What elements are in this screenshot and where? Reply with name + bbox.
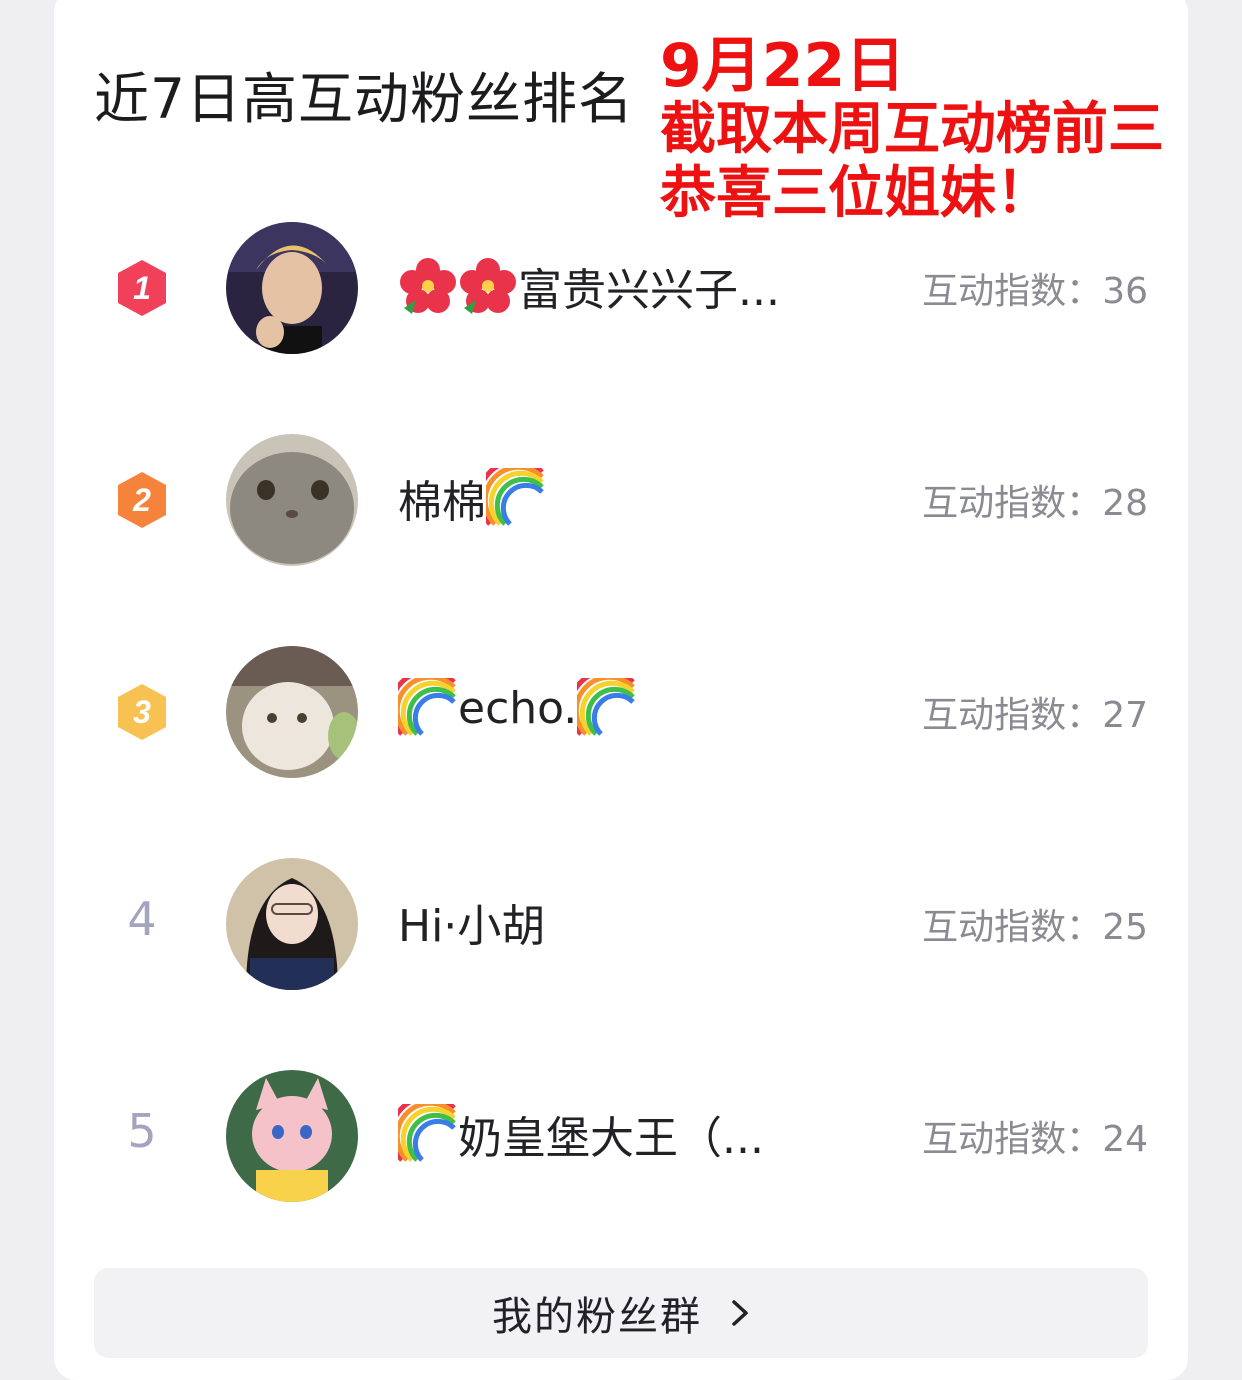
fan-row[interactable]: 4 Hi·小胡 互动指数：25	[54, 854, 1188, 994]
fan-name: 奶皇堡大王（...	[398, 1102, 764, 1166]
avatar[interactable]	[226, 434, 358, 566]
interaction-score: 互动指数：28	[922, 474, 1148, 526]
red-annotation: 9月22日 截取本周互动榜前三 恭喜三位姐妹！	[660, 34, 1164, 226]
fan-name-text: 奶皇堡大王（...	[458, 1113, 764, 1164]
fan-name-text: 富贵兴兴子...	[518, 265, 780, 316]
fan-row[interactable]: 5 奶皇堡大王（... 互动指数：24	[54, 1066, 1188, 1206]
page-title: 近7日高互动粉丝排名	[94, 67, 634, 131]
avatar[interactable]	[226, 1070, 358, 1202]
score-label: 互动指数：	[922, 695, 1103, 736]
avatar[interactable]	[226, 646, 358, 778]
score-label: 互动指数：	[922, 483, 1103, 524]
score-value: 24	[1102, 1119, 1148, 1160]
score-label: 互动指数：	[922, 1119, 1103, 1160]
rank-badge-3: 3	[118, 684, 166, 740]
fan-row[interactable]: 2 棉棉 互动指数：28	[54, 430, 1188, 570]
annotation-date: 9月22日	[660, 31, 906, 101]
score-value: 36	[1102, 271, 1148, 312]
rank-number: 4	[127, 892, 157, 946]
rank-badge-1: 1	[118, 260, 166, 316]
rainbow-icon	[577, 678, 636, 736]
svg-text:1: 1	[133, 270, 151, 306]
interaction-score: 互动指数：24	[922, 1110, 1148, 1162]
fan-name: 棉棉	[398, 466, 546, 530]
interaction-score: 互动指数：27	[922, 686, 1148, 738]
interaction-score: 互动指数：25	[922, 898, 1148, 950]
fan-name-text: Hi·小胡	[398, 901, 546, 952]
fan-name: echo.	[398, 678, 637, 738]
hibiscus-icon	[460, 258, 516, 314]
my-fan-group-label: 我的粉丝群	[492, 1294, 702, 1340]
svg-text:2: 2	[132, 482, 151, 518]
avatar[interactable]	[226, 858, 358, 990]
hibiscus-icon	[400, 258, 456, 314]
fan-name-text: 棉棉	[398, 477, 486, 528]
fan-name: Hi·小胡	[398, 890, 545, 954]
avatar[interactable]	[226, 222, 358, 354]
rainbow-icon	[398, 1104, 456, 1162]
fan-row[interactable]: 1 富贵兴兴子... 互动指数：36	[54, 218, 1188, 358]
my-fan-group-button[interactable]: 我的粉丝群	[94, 1268, 1148, 1358]
rainbow-icon	[398, 678, 456, 736]
chevron-right-icon	[732, 1300, 748, 1326]
rainbow-icon	[486, 468, 544, 526]
fan-name: 富贵兴兴子...	[398, 254, 780, 318]
score-value: 27	[1102, 695, 1148, 736]
score-label: 互动指数：	[922, 271, 1103, 312]
interaction-score: 互动指数：36	[922, 262, 1148, 314]
score-value: 25	[1102, 907, 1148, 948]
score-label: 互动指数：	[922, 907, 1103, 948]
fan-name-text: echo.	[458, 682, 578, 734]
svg-text:3: 3	[133, 694, 151, 730]
rank-number: 5	[127, 1104, 157, 1158]
annotation-line: 截取本周互动榜前三	[660, 97, 1164, 162]
score-value: 28	[1102, 483, 1148, 524]
rank-badge-2: 2	[118, 472, 166, 528]
annotation-line: 恭喜三位姐妹！	[660, 161, 1052, 226]
fan-row[interactable]: 3 echo. 互动指数：27	[54, 642, 1188, 782]
